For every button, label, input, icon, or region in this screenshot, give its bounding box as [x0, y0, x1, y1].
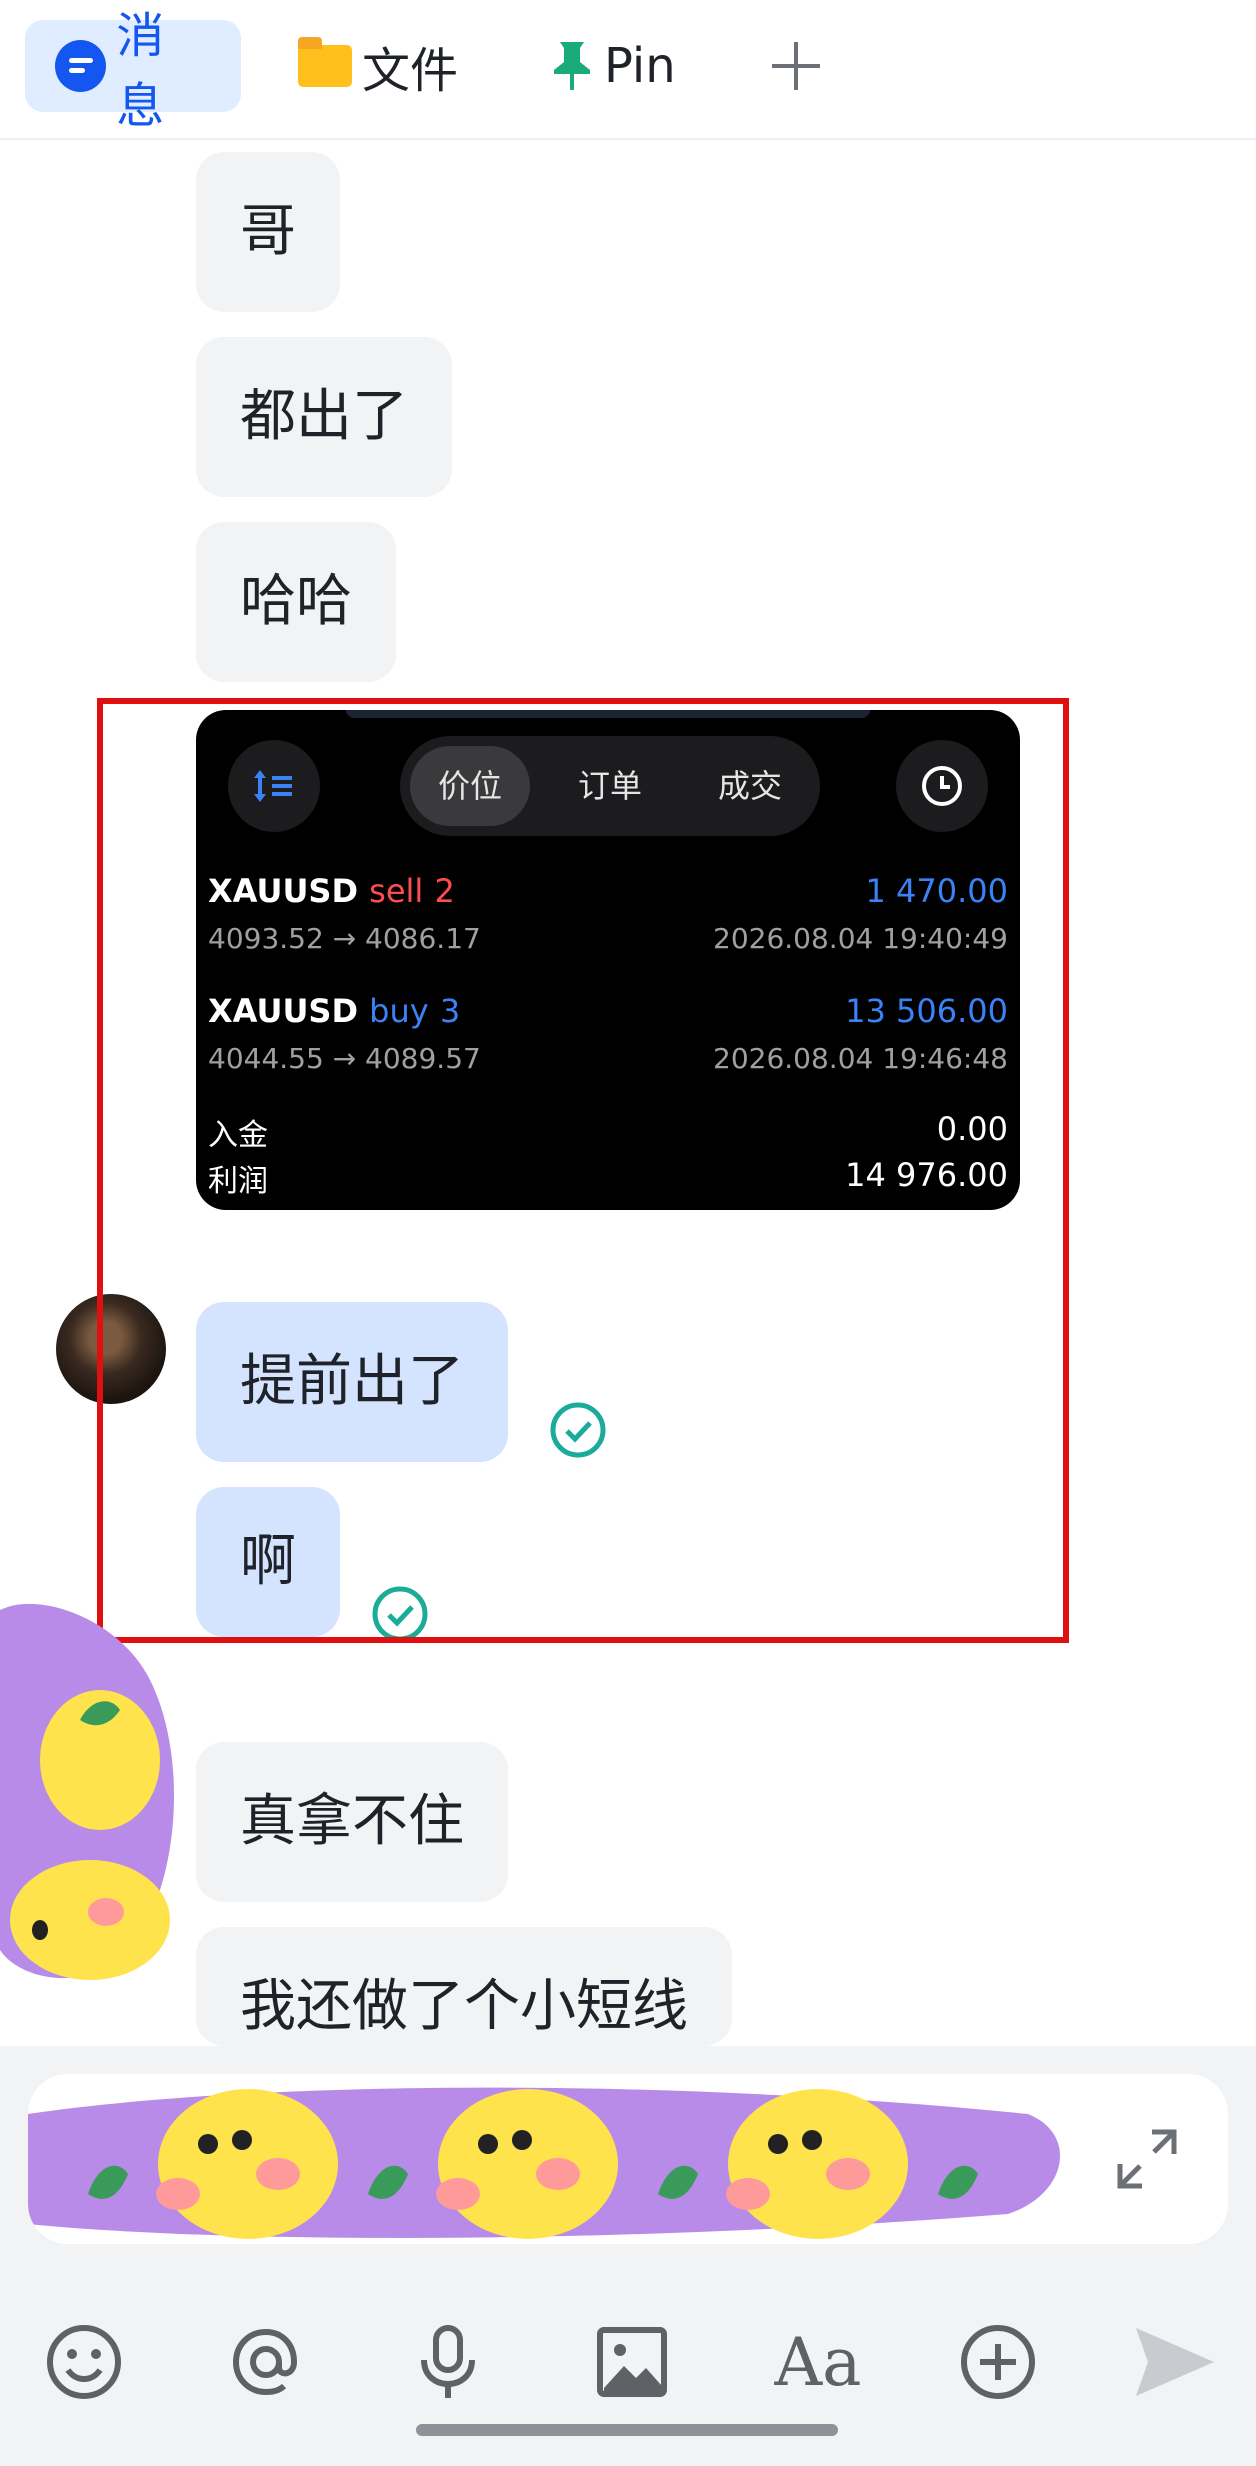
folder-icon — [298, 37, 352, 87]
top-tab-bar: 消息 文件 Pin — [0, 0, 1256, 140]
composer-toolbar: Aa — [0, 2276, 1256, 2466]
add-tab-button[interactable] — [738, 20, 854, 112]
message-bubble[interactable]: 真拿不住 — [196, 1742, 508, 1902]
message-icon — [55, 40, 107, 92]
message-bubble[interactable]: 哥 — [196, 152, 340, 312]
composer-area — [0, 2046, 1256, 2276]
expand-icon[interactable] — [1112, 2124, 1182, 2194]
add-icon — [772, 42, 820, 90]
send-button[interactable] — [1130, 2322, 1220, 2402]
voice-button[interactable] — [408, 2322, 488, 2402]
pin-icon — [554, 42, 590, 90]
text-format-button[interactable]: Aa — [768, 2322, 868, 2402]
emoji-icon — [47, 2325, 121, 2399]
microphone-icon — [421, 2325, 475, 2398]
sticker-mosaic — [0, 1603, 174, 1980]
tab-files[interactable]: 文件 — [268, 20, 488, 112]
mention-icon — [232, 2328, 298, 2396]
tab-messages-label: 消息 — [116, 8, 165, 134]
emoji-button[interactable] — [44, 2322, 124, 2402]
image-icon — [597, 2327, 667, 2397]
tab-files-label: 文件 — [362, 43, 459, 99]
message-bubble[interactable]: 我还做了个小短线 — [196, 1927, 732, 2046]
tab-pin-label: Pin — [604, 38, 676, 94]
sticker-strip — [28, 2087, 1061, 2239]
tab-messages[interactable]: 消息 — [25, 8, 241, 134]
image-button[interactable] — [592, 2322, 672, 2402]
message-input[interactable] — [28, 2074, 1228, 2244]
send-icon — [1136, 2328, 1214, 2396]
add-circle-icon — [961, 2325, 1035, 2399]
mention-button[interactable] — [226, 2322, 306, 2402]
highlight-box — [97, 698, 1069, 1643]
more-button[interactable] — [958, 2322, 1038, 2402]
message-bubble[interactable]: 哈哈 — [196, 522, 396, 682]
message-bubble[interactable]: 都出了 — [196, 337, 452, 497]
home-indicator[interactable] — [416, 2424, 838, 2436]
tab-pin[interactable]: Pin — [520, 20, 706, 112]
